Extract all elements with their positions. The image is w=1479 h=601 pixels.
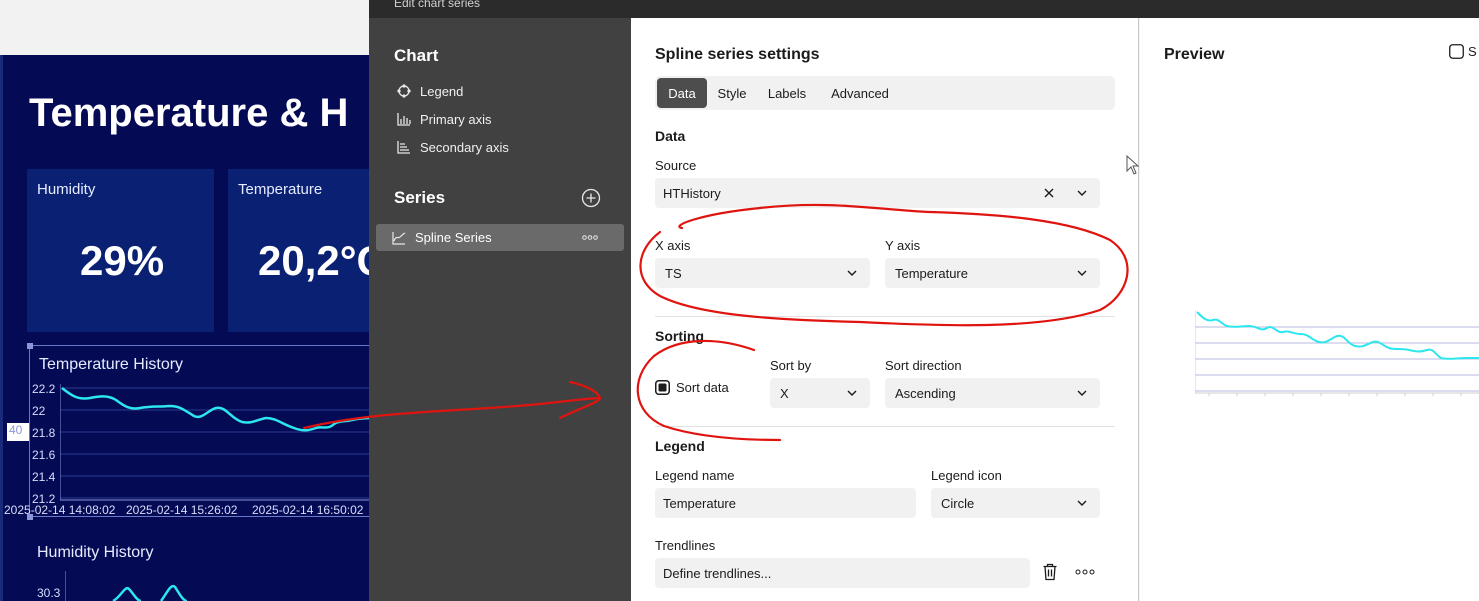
preview-series-line: [1196, 311, 1479, 360]
dashboard-canvas: Temperature & H Humidity 29% Temperature…: [0, 55, 387, 601]
dashboard-title: Temperature & H: [29, 91, 349, 135]
series-item-label: Spline Series: [415, 230, 492, 245]
resize-handle[interactable]: [27, 343, 33, 349]
sort-direction-label: Sort direction: [885, 358, 962, 373]
y-axis-value: Temperature: [895, 265, 968, 281]
source-label: Source: [655, 158, 697, 173]
secondary-axis-icon: [397, 141, 410, 154]
y-axis-label: Y axis: [885, 238, 921, 253]
humidity-tile-label: Humidity: [37, 181, 96, 198]
trendlines-field[interactable]: Define trendlines...: [655, 558, 1030, 588]
temperature-tile-value: 20,2°C: [258, 237, 387, 284]
sort-data-checkbox[interactable]: Sort data: [655, 380, 729, 395]
legend-section-heading: Legend: [655, 438, 705, 454]
legend-name-input[interactable]: Temperature: [655, 488, 916, 518]
y-axis-select[interactable]: Temperature: [885, 258, 1100, 288]
temperature-history-chart[interactable]: Temperature History 22.2 22 21.8 21.6 21.4 21…: [4, 343, 376, 520]
x-axis-label: X axis: [655, 238, 691, 253]
temperature-line: [61, 387, 376, 432]
sidebar-item-secondary-axis[interactable]: Secondary axis: [397, 136, 509, 158]
settings-tabs: Data Style Labels Advanced: [655, 76, 1115, 110]
chevron-down-icon: [1077, 390, 1087, 396]
chart-side-tag: 40: [7, 423, 29, 441]
trash-icon[interactable]: [1042, 563, 1058, 581]
humidity-history-title: Humidity History: [37, 544, 154, 561]
temperature-tile-label: Temperature: [238, 181, 323, 198]
add-series-button[interactable]: [581, 188, 601, 213]
spline-chart-icon: [392, 231, 406, 245]
legend-icon-select[interactable]: Circle: [931, 488, 1100, 518]
chevron-down-icon: [1077, 270, 1087, 276]
legend-icon: [397, 84, 411, 98]
chevron-down-icon: [847, 270, 857, 276]
temperature-y-tick: 21.4: [32, 470, 56, 484]
humidity-tile[interactable]: Humidity 29%: [27, 169, 214, 332]
preview-panel: Preview S: [1140, 18, 1479, 601]
data-section-heading: Data: [655, 128, 686, 144]
x-axis-select[interactable]: TS: [655, 258, 870, 288]
checkbox-checked-icon: [655, 380, 670, 395]
dialog-title: Edit chart series: [394, 0, 481, 10]
humidity-y-tick: 30.3: [37, 586, 61, 600]
sidebar-item-legend[interactable]: Legend: [397, 80, 463, 102]
sort-by-label: Sort by: [770, 358, 812, 373]
sidebar-item-label: Secondary axis: [420, 139, 509, 155]
settings-heading: Spline series settings: [655, 46, 820, 63]
temperature-y-tick: 22.2: [32, 382, 56, 396]
sort-by-value: X: [780, 385, 789, 401]
legend-icon-value: Circle: [941, 495, 975, 511]
sidebar-item-label: Primary axis: [420, 111, 492, 127]
cursor-arrow-icon: [1126, 155, 1140, 175]
x-axis-value: TS: [665, 265, 682, 281]
temperature-y-tick: 21.8: [32, 426, 56, 440]
source-select[interactable]: HTHistory: [655, 178, 1100, 208]
more-options-icon[interactable]: [1075, 569, 1095, 575]
temperature-history-title: Temperature History: [39, 356, 184, 373]
sort-by-select[interactable]: X: [770, 378, 870, 408]
chevron-down-icon: [1077, 500, 1087, 506]
plus-circle-icon: [581, 188, 601, 208]
temperature-tile[interactable]: Temperature 20,2°C: [228, 169, 387, 332]
section-divider: [655, 316, 1115, 317]
resize-handle[interactable]: [27, 514, 33, 520]
chevron-down-icon: [847, 390, 857, 396]
dialog-titlebar: [369, 0, 1479, 18]
temperature-y-tick: 22: [32, 404, 46, 418]
preview-chart: [1195, 310, 1479, 396]
series-settings-panel: Spline series settings Data Style Labels…: [631, 18, 1139, 601]
humidity-tile-value: 29%: [80, 237, 165, 284]
section-divider: [655, 426, 1115, 427]
sort-direction-value: Ascending: [895, 385, 956, 401]
sort-direction-select[interactable]: Ascending: [885, 378, 1100, 408]
trendlines-value: Define trendlines...: [663, 565, 772, 581]
tab-style[interactable]: Style: [709, 78, 755, 108]
legend-name-label: Legend name: [655, 468, 735, 483]
temperature-y-tick: 21.6: [32, 448, 56, 462]
tab-advanced[interactable]: Advanced: [819, 78, 901, 108]
chart-section-heading: Chart: [394, 46, 439, 65]
sort-data-label: Sort data: [676, 380, 729, 395]
temperature-history-plot: [60, 384, 376, 501]
sidebar-item-primary-axis[interactable]: Primary axis: [397, 108, 492, 130]
legend-icon-label: Legend icon: [931, 468, 1002, 483]
series-item-spline[interactable]: Spline Series: [376, 224, 624, 251]
preview-checkbox[interactable]: S: [1449, 44, 1477, 59]
source-value: HTHistory: [663, 185, 721, 201]
humidity-history-plot: [65, 571, 188, 601]
sidebar-item-label: Legend: [420, 83, 464, 99]
primary-axis-icon: [397, 113, 411, 126]
tab-labels[interactable]: Labels: [759, 78, 815, 108]
checkbox-unchecked-icon: [1449, 44, 1464, 59]
chevron-down-icon: [1077, 190, 1087, 196]
sorting-section-heading: Sorting: [655, 328, 704, 344]
more-options-icon[interactable]: [582, 235, 598, 240]
series-section-heading: Series: [394, 188, 446, 207]
dialog-sidebar: Chart Legend Primary axis Secondary axis…: [369, 18, 631, 601]
preview-checkbox-label: S: [1468, 44, 1477, 59]
trendlines-label: Trendlines: [655, 538, 716, 553]
legend-name-value: Temperature: [663, 495, 736, 511]
preview-heading: Preview: [1164, 46, 1225, 63]
tab-data[interactable]: Data: [657, 78, 707, 108]
clear-icon[interactable]: [1044, 188, 1054, 198]
